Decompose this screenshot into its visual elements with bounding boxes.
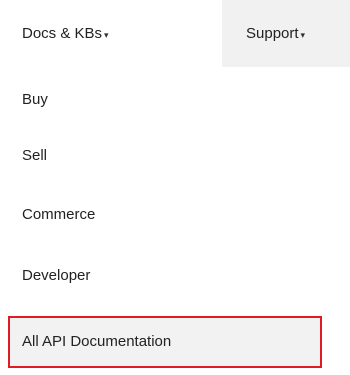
caret-down-icon: ▾ (104, 29, 109, 40)
nav-tab-docs-kbs-label: Docs & KBs (22, 25, 103, 42)
menu-item-buy[interactable]: Buy (22, 91, 48, 108)
menu-item-all-api-documentation-label: All API Documentation (22, 333, 172, 350)
menu-item-commerce[interactable]: Commerce (22, 206, 95, 223)
caret-down-icon: ▾ (300, 29, 306, 40)
menu-item-all-api-documentation[interactable]: All API Documentation (8, 316, 322, 368)
nav-tab-support[interactable]: Support ▾ (222, 0, 350, 67)
nav-tab-support-label: Support (246, 25, 299, 42)
menu-item-sell[interactable]: Sell (22, 147, 47, 164)
nav-tab-docs-kbs[interactable]: Docs & KBs ▾ (22, 0, 109, 67)
top-nav-bar: Docs & KBs ▾ Support ▾ (0, 0, 350, 67)
menu-item-developer[interactable]: Developer (22, 267, 90, 284)
